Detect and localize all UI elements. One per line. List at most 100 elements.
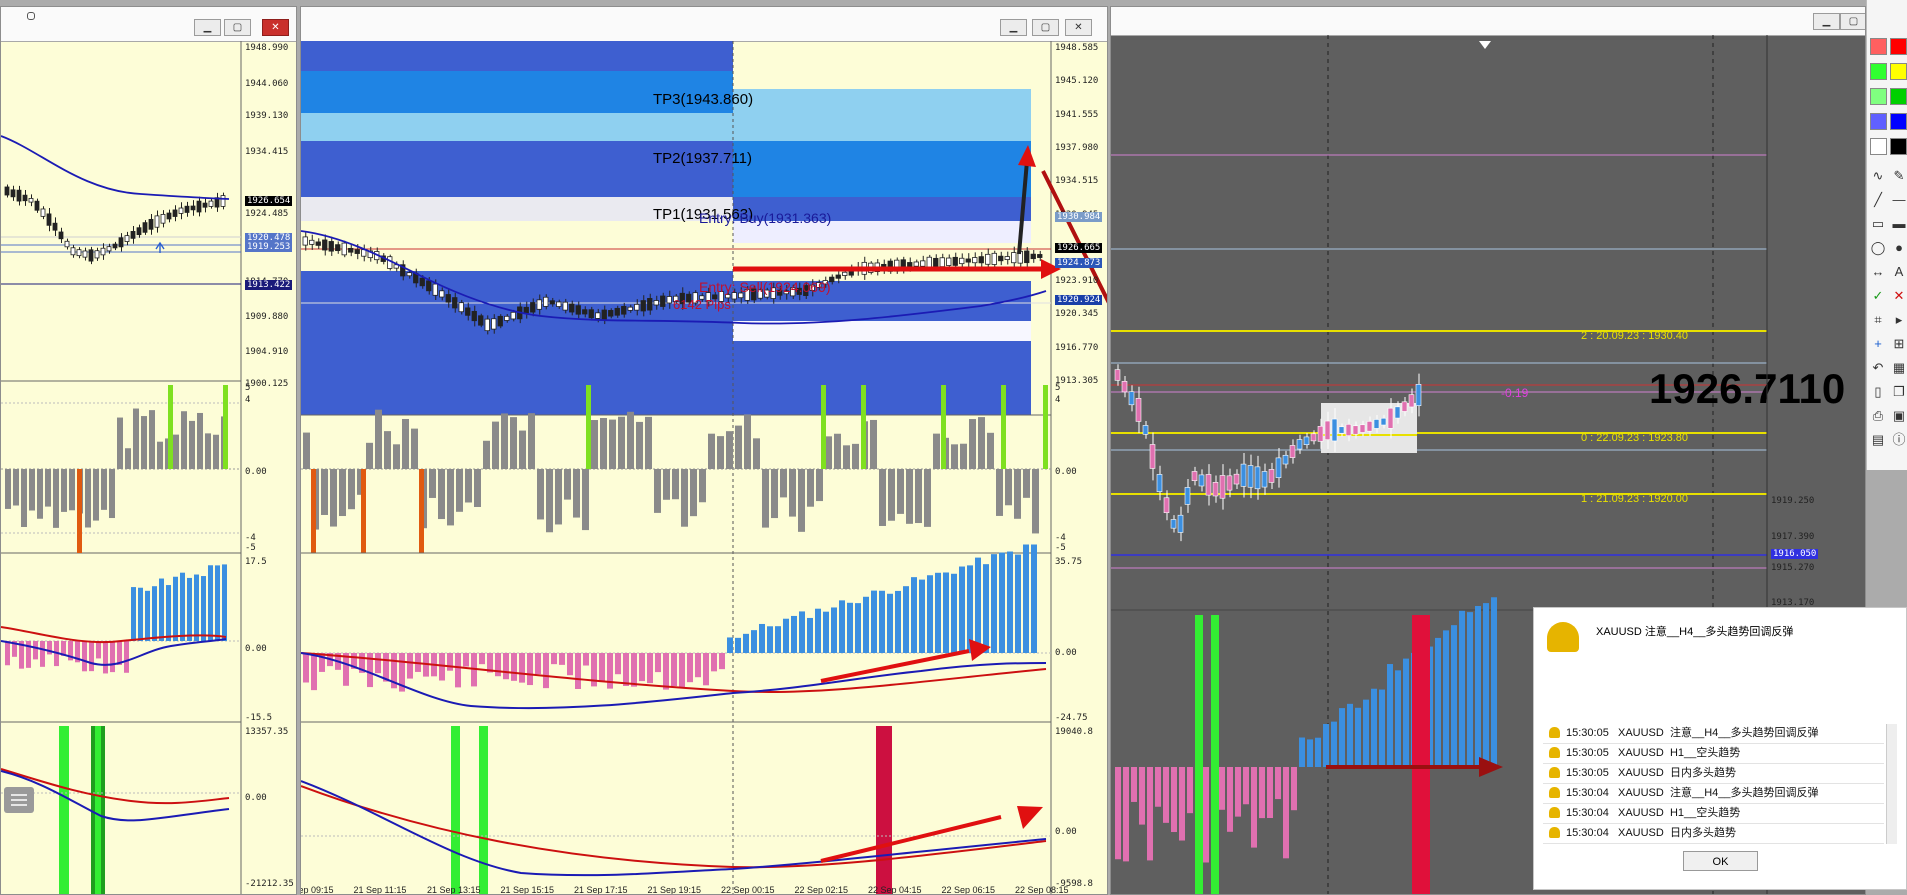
color-swatch[interactable]: [1890, 88, 1907, 105]
alert-list-scrollbar[interactable]: [1886, 724, 1897, 844]
signal-line: [1, 768, 230, 805]
save-icon[interactable]: ▣: [1890, 406, 1907, 426]
candle-body: [335, 244, 341, 252]
candle-body: [510, 311, 516, 320]
filled-rect-icon[interactable]: ▬: [1890, 214, 1907, 234]
maximize-button[interactable]: ▢: [1840, 13, 1865, 30]
histogram-bar: [975, 557, 981, 653]
gold-level-label: 2 : 20.09.23 : 1930.40: [1581, 330, 1688, 342]
histogram-bar: [511, 653, 517, 681]
line-tool-icon[interactable]: ╱: [1869, 190, 1887, 210]
color-swatch[interactable]: [1890, 138, 1907, 155]
arrow-tool-icon[interactable]: ↔: [1869, 262, 1887, 282]
middle-window-titlebar[interactable]: ▁ ▢ ✕: [301, 7, 1107, 42]
doc-icon[interactable]: ▯: [1869, 382, 1887, 402]
color-swatch[interactable]: [1870, 63, 1887, 80]
candle-body: [998, 255, 1004, 262]
price-axis-tick: 1941.555: [1055, 109, 1099, 120]
candle-body: [34, 200, 40, 211]
zoom-icon[interactable]: ⊞: [1890, 334, 1907, 354]
candle-body: [70, 247, 76, 256]
undo-icon[interactable]: ↶: [1869, 358, 1887, 378]
alert-row[interactable]: 15:30:05 XAUUSD H1__空头趋势: [1543, 744, 1884, 764]
crop-icon[interactable]: ⌗: [1869, 310, 1887, 330]
maximize-button[interactable]: ▢: [1032, 19, 1059, 36]
minimize-button[interactable]: ▁: [1813, 13, 1840, 30]
middle-chart-window[interactable]: ▁ ▢ ✕ TP3(1943.860) TP2(1937.711) TP1(19…: [300, 6, 1108, 895]
color-swatch[interactable]: [1890, 63, 1907, 80]
candle-body: [1359, 424, 1366, 433]
alert-row[interactable]: 15:30:04 XAUUSD 注意__H4__多头趋势回调反弹: [1543, 784, 1884, 804]
window-menu-dot-icon[interactable]: [27, 12, 35, 20]
histogram-bar: [366, 442, 373, 469]
print-icon[interactable]: ⎙: [1869, 406, 1887, 426]
price-axis-tick: 1924.485: [245, 209, 289, 219]
curve-tool-icon[interactable]: ∿: [1869, 166, 1887, 186]
copy-icon[interactable]: ❐: [1890, 382, 1907, 402]
alert-row[interactable]: 15:30:05 XAUUSD 注意__H4__多头趋势回调反弹: [1543, 724, 1884, 744]
signal-bar: [168, 385, 173, 469]
histogram-bar: [1203, 767, 1209, 863]
alert-row[interactable]: 15:30:05 XAUUSD 日内多头趋势: [1543, 764, 1884, 784]
histogram-bar: [33, 641, 38, 660]
delete-icon[interactable]: ✕: [1890, 286, 1907, 306]
price-axis-tick: 1944.060: [245, 79, 289, 89]
close-button[interactable]: ✕: [1065, 19, 1092, 36]
alert-header-scrollbar[interactable]: [1886, 616, 1898, 716]
middle-chart-canvas[interactable]: TP3(1943.860) TP2(1937.711) TP1(1931.563…: [301, 41, 1108, 895]
add-icon[interactable]: +: [1869, 334, 1887, 354]
candle-body: [426, 280, 432, 292]
filled-ellipse-icon[interactable]: ●: [1890, 238, 1907, 258]
histogram-bar: [181, 411, 187, 469]
histogram-bar: [1259, 767, 1265, 819]
scroll-marker-icon[interactable]: [1479, 41, 1491, 49]
alert-list[interactable]: 15:30:05 XAUUSD 注意__H4__多头趋势回调反弹 15:30:0…: [1534, 724, 1907, 844]
cursor-icon[interactable]: ▸: [1890, 310, 1907, 330]
calendar-icon[interactable]: ▤: [1869, 430, 1887, 450]
histogram-bar: [888, 469, 895, 521]
check-icon[interactable]: ✓: [1869, 286, 1887, 306]
alert-row[interactable]: 15:30:04 XAUUSD 日内多头趋势: [1543, 824, 1884, 844]
histogram-bar: [535, 653, 541, 675]
histogram-bar: [503, 653, 509, 680]
hline-tool-icon[interactable]: —: [1890, 190, 1907, 210]
histogram-bar: [871, 590, 877, 653]
histogram-bar: [141, 416, 147, 469]
grid-icon[interactable]: ▦: [1890, 358, 1907, 378]
ok-button[interactable]: OK: [1683, 851, 1758, 871]
candle-body: [136, 227, 142, 236]
right-window-titlebar[interactable]: ▁ ▢: [1111, 7, 1865, 36]
color-swatch[interactable]: [1890, 38, 1907, 55]
minimize-button[interactable]: ▁: [1000, 19, 1027, 36]
histogram-bar: [393, 444, 400, 469]
histogram-bar: [719, 653, 725, 670]
rectangle-tool-icon[interactable]: ▭: [1869, 214, 1887, 234]
histogram-bar: [823, 611, 829, 653]
info-icon[interactable]: ⓘ: [1890, 430, 1907, 450]
color-swatch[interactable]: [1870, 38, 1887, 55]
histogram-bar: [1283, 767, 1289, 859]
candle-body: [1177, 514, 1184, 533]
histogram-bar: [1032, 469, 1039, 534]
ellipse-tool-icon[interactable]: ◯: [1869, 238, 1887, 258]
alert-row[interactable]: 15:30:04 XAUUSD H1__空头趋势: [1543, 804, 1884, 824]
text-tool-icon[interactable]: A: [1890, 262, 1907, 282]
color-swatch[interactable]: [1870, 88, 1887, 105]
candle-body: [634, 303, 640, 311]
minimize-button[interactable]: ▁: [194, 19, 221, 36]
color-swatch[interactable]: [1890, 113, 1907, 130]
candle-body: [608, 310, 614, 317]
candle-body: [315, 241, 321, 246]
color-swatch[interactable]: [1870, 138, 1887, 155]
left-window-titlebar[interactable]: ▁ ▢ ✕: [1, 7, 296, 42]
color-swatch[interactable]: [1870, 113, 1887, 130]
signal-bar: [479, 726, 488, 894]
candle-body: [601, 309, 607, 320]
alert-dialog[interactable]: XAUUSD 注意__H4__多头趋势回调反弹 15:30:05 XAUUSD …: [1533, 607, 1907, 890]
maximize-button[interactable]: ▢: [224, 19, 251, 36]
histogram-bar: [863, 596, 869, 653]
pen-icon[interactable]: ✎: [1890, 166, 1907, 186]
left-chart-window[interactable]: ▁ ▢ ✕ 1948.990 1944.060 1939.130 1934.41…: [0, 6, 297, 895]
close-button[interactable]: ✕: [262, 19, 289, 36]
candle-body: [124, 235, 130, 242]
